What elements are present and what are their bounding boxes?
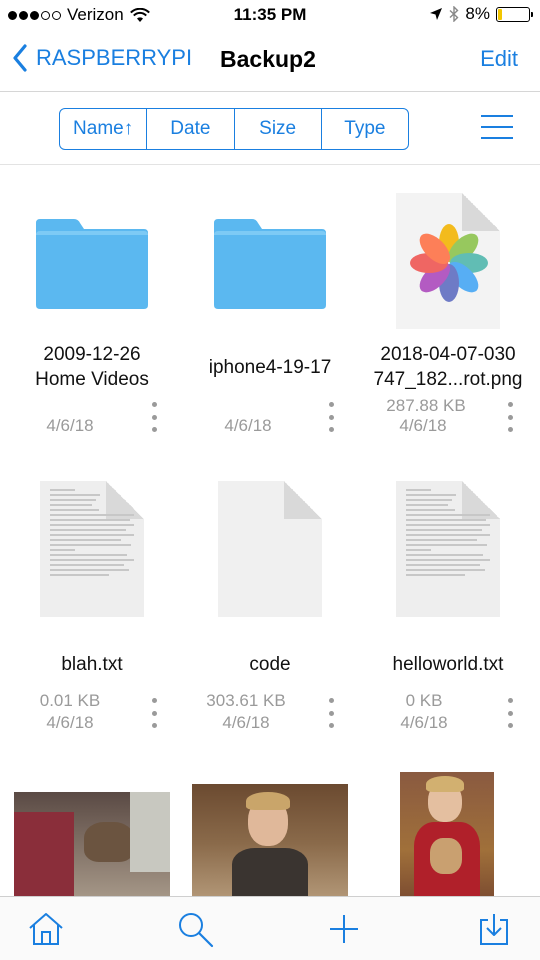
- file-item-helloworld[interactable]: helloworld.txt 0 KB 4/6/18: [358, 466, 538, 756]
- file-date: 4/6/18: [224, 416, 272, 435]
- page-title: Backup2: [220, 46, 316, 72]
- file-item-png[interactable]: 2018-04-07-030 747_182...rot.png 287.88 …: [358, 166, 538, 456]
- photo-thumbnail-person-holding-dog[interactable]: [400, 772, 494, 896]
- status-bar: Verizon 11:35 PM 8%: [0, 0, 540, 30]
- file-item-home-videos[interactable]: 2009-12-26 Home Videos 4/6/18: [2, 166, 182, 456]
- navigation-bar: RASPBERRYPI Backup2 Edit: [0, 30, 540, 92]
- file-size: 0.01 KB: [39, 691, 101, 710]
- file-name: code: [249, 654, 291, 675]
- file-date: 4/6/18: [400, 713, 448, 732]
- text-document-icon: [2, 474, 182, 624]
- add-icon[interactable]: [324, 909, 364, 949]
- blank-document-icon: [180, 474, 360, 624]
- file-date: 4/6/18: [46, 416, 94, 435]
- back-button-label: RASPBERRYPI: [36, 45, 193, 70]
- file-name: helloworld.txt: [392, 654, 504, 675]
- sort-by-type-button[interactable]: Type: [322, 109, 408, 149]
- sort-segmented-control: Name↑ Date Size Type: [59, 108, 409, 150]
- file-name: blah.txt: [61, 654, 123, 675]
- folder-icon: [180, 190, 360, 340]
- more-options-icon[interactable]: [505, 698, 515, 728]
- list-view-toggle-icon[interactable]: [481, 111, 513, 143]
- photo-thumbnail-dog-bed[interactable]: [14, 792, 170, 896]
- photo-thumbnail-person-dog[interactable]: [192, 784, 348, 896]
- more-options-icon[interactable]: [505, 402, 515, 432]
- file-date: 4/6/18: [222, 713, 270, 732]
- file-item-code[interactable]: code 303.61 KB 4/6/18: [180, 466, 360, 756]
- file-item-blah[interactable]: blah.txt 0.01 KB 4/6/18: [2, 466, 182, 756]
- edit-button[interactable]: Edit: [480, 46, 518, 72]
- more-options-icon[interactable]: [326, 698, 336, 728]
- sort-bar: Name↑ Date Size Type: [0, 93, 540, 165]
- sort-by-date-button[interactable]: Date: [147, 109, 235, 149]
- battery-level-fill: [498, 8, 502, 20]
- file-name: 2018-04-07-030 747_182...rot.png: [373, 344, 523, 390]
- chevron-left-icon: [13, 44, 27, 72]
- more-options-icon[interactable]: [149, 402, 159, 432]
- file-name: 2009-12-26 Home Videos: [35, 344, 149, 390]
- text-document-icon: [358, 474, 538, 624]
- more-options-icon[interactable]: [326, 402, 336, 432]
- photos-app-icon: [358, 186, 538, 336]
- file-size: 0 KB: [405, 691, 443, 710]
- search-icon[interactable]: [175, 909, 215, 949]
- file-size: 287.88 KB: [386, 396, 466, 415]
- file-item-iphone4[interactable]: iphone4-19-17 4/6/18: [180, 166, 360, 456]
- back-button[interactable]: RASPBERRYPI: [12, 44, 192, 72]
- status-right: 8%: [429, 4, 533, 24]
- location-arrow-icon: [430, 8, 443, 20]
- more-options-icon[interactable]: [149, 698, 159, 728]
- folder-icon: [2, 190, 182, 340]
- file-date: 4/6/18: [399, 416, 447, 435]
- file-size: 303.61 KB: [206, 691, 286, 710]
- home-icon[interactable]: [26, 909, 66, 949]
- file-name: iphone4-19-17: [208, 357, 332, 378]
- bluetooth-icon: [449, 6, 459, 22]
- bottom-toolbar: [0, 896, 540, 960]
- sort-by-name-button[interactable]: Name↑: [60, 109, 148, 149]
- battery-percent: 8%: [465, 4, 490, 23]
- sort-by-size-button[interactable]: Size: [235, 109, 322, 149]
- file-date: 4/6/18: [46, 713, 94, 732]
- download-icon[interactable]: [474, 909, 514, 949]
- battery-icon: [496, 6, 533, 22]
- file-grid: 2009-12-26 Home Videos 4/6/18 iphone4-19…: [0, 166, 540, 896]
